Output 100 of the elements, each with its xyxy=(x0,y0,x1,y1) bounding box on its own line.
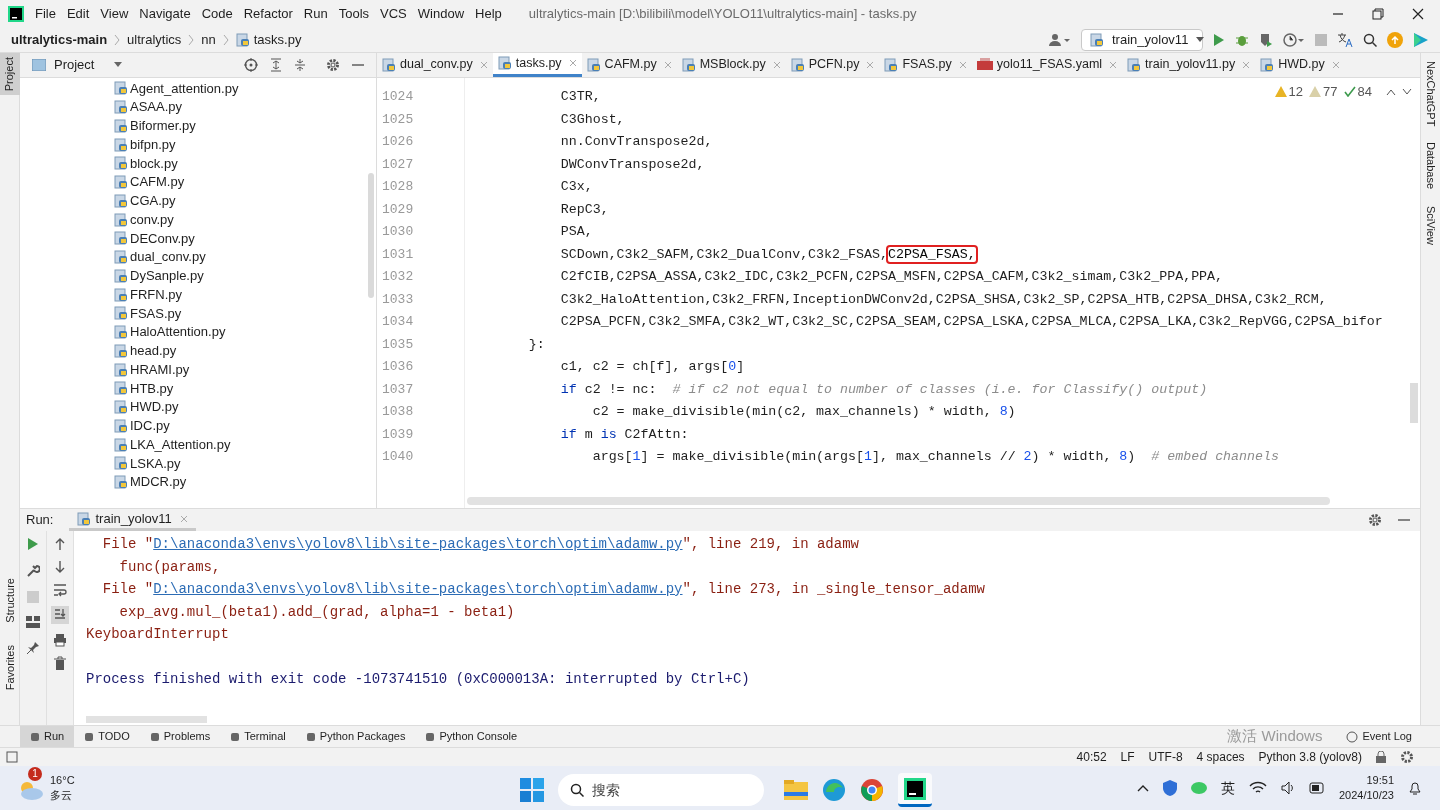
typos-count[interactable]: 84 xyxy=(1343,82,1372,102)
tree-item[interactable]: dual_conv.py xyxy=(130,247,206,267)
collapse-all-icon xyxy=(294,58,306,72)
pin-icon xyxy=(26,641,40,655)
status-item[interactable]: 40:52 xyxy=(1076,748,1107,766)
menu-item[interactable]: Edit xyxy=(66,3,90,24)
tool-tab[interactable]: Problems xyxy=(139,725,221,748)
tree-item[interactable]: MDCR.py xyxy=(130,472,187,492)
event-log-button[interactable]: Event Log xyxy=(1346,728,1412,745)
line-number: 1035 xyxy=(382,335,415,354)
menu-item[interactable]: Tools xyxy=(338,3,370,24)
panel-icon xyxy=(32,59,46,71)
wifi-icon xyxy=(1248,781,1267,795)
tool-window-button[interactable]: SciView xyxy=(1422,205,1439,245)
status-item[interactable]: Python 3.8 (yolov8) xyxy=(1258,748,1362,766)
menu-item[interactable]: Help xyxy=(475,3,502,24)
line-number: 1036 xyxy=(382,358,415,376)
menu-item[interactable]: View xyxy=(100,3,129,24)
clock-time[interactable]: 19:51 xyxy=(1366,773,1394,788)
tree-item[interactable]: LSKA.py xyxy=(130,453,181,474)
tool-window-button[interactable]: Favorites xyxy=(2,644,19,690)
tool-tab[interactable]: Terminal xyxy=(220,725,296,748)
tree-item[interactable]: DySanple.py xyxy=(130,266,204,286)
scrollbar[interactable] xyxy=(368,173,374,298)
tree-item[interactable]: Biformer.py xyxy=(130,116,196,136)
editor-tab[interactable]: train_yolov11.py xyxy=(1122,53,1256,77)
tree-item[interactable]: FRFN.py xyxy=(130,284,182,305)
project-view-dropdown[interactable]: Project xyxy=(54,55,123,75)
tree-item[interactable]: conv.py xyxy=(130,209,174,230)
breadcrumb-item[interactable]: ultralytics-main xyxy=(11,29,108,50)
line-number: 1025 xyxy=(382,110,415,129)
code-line: C3TR, xyxy=(559,88,601,106)
status-item[interactable]: UTF-8 xyxy=(1148,748,1183,766)
tool-window-button[interactable]: Structure xyxy=(2,578,19,623)
menu-item[interactable]: Run xyxy=(303,3,328,24)
editor-tab[interactable]: MSBlock.py xyxy=(676,53,786,77)
tree-item[interactable]: HWD.py xyxy=(130,397,179,417)
editor-tab[interactable]: dual_conv.py xyxy=(377,53,493,77)
tree-item[interactable]: head.py xyxy=(130,341,177,361)
weak-warnings-count[interactable]: 77 xyxy=(1309,82,1338,102)
tree-item[interactable]: DEConv.py xyxy=(130,228,195,249)
editor-tab[interactable]: tasks.py xyxy=(492,53,582,77)
arrow-up-icon xyxy=(54,537,66,551)
run-icon xyxy=(27,537,39,551)
tool-tab[interactable]: Python Console xyxy=(415,725,528,748)
tree-item[interactable]: CGA.py xyxy=(130,191,176,211)
editor-tab[interactable]: CAFM.py xyxy=(581,53,677,77)
input-method-indicator[interactable]: 英 xyxy=(1220,777,1235,799)
tree-item[interactable]: FSAS.py xyxy=(130,303,182,324)
editor-tab[interactable]: HWD.py xyxy=(1255,53,1345,77)
close-icon xyxy=(958,60,967,69)
file-link[interactable]: D:\anaconda3\envs\yolov8\lib\site-packages\torch\optim\adamw.py xyxy=(153,581,683,597)
horizontal-scrollbar[interactable] xyxy=(467,497,1330,505)
menu-item[interactable]: Code xyxy=(201,3,233,24)
file-link[interactable]: D:\anaconda3\envs\yolov8\lib\site-packages\torch\optim\adamw.py xyxy=(153,536,683,552)
tool-tab[interactable]: Run xyxy=(20,725,75,748)
tool-window-button[interactable]: NexChatGPT xyxy=(1422,61,1439,127)
console-tab[interactable]: train_yolov11 xyxy=(69,509,196,531)
editor-tab[interactable]: yolo11_FSAS.yaml xyxy=(971,53,1123,77)
tool-tab[interactable]: Python Packages xyxy=(295,725,416,748)
project-tool-button[interactable]: Project xyxy=(0,53,20,96)
menu-item[interactable]: File xyxy=(35,3,56,24)
breadcrumb-item[interactable]: nn xyxy=(201,29,216,50)
breadcrumb-item[interactable]: tasks.py xyxy=(253,29,302,50)
search-field[interactable]: 搜索 xyxy=(558,774,764,806)
menu-item[interactable]: Navigate xyxy=(139,3,191,24)
menu-item[interactable]: Refactor xyxy=(243,3,293,24)
editor-tab[interactable]: PCFN.py xyxy=(785,53,880,77)
menu-item[interactable]: Window xyxy=(417,3,465,24)
breadcrumb-item[interactable]: ultralytics xyxy=(127,29,182,50)
tool-tab[interactable]: TODO xyxy=(74,725,140,748)
python-file-icon xyxy=(1260,57,1275,72)
tree-item[interactable]: block.py xyxy=(130,153,178,174)
tree-item[interactable]: IDC.py xyxy=(130,416,170,436)
taskbar-app[interactable] xyxy=(898,773,932,807)
vertical-scrollbar[interactable] xyxy=(1410,383,1418,423)
run-configuration-dropdown[interactable]: train_yolov11 xyxy=(1081,28,1203,51)
menu-item[interactable]: VCS xyxy=(380,3,407,24)
horizontal-scrollbar[interactable] xyxy=(86,716,207,723)
line-number: 1031 xyxy=(382,245,415,264)
tree-item[interactable]: Agent_attention.py xyxy=(130,78,239,99)
python-file-icon xyxy=(497,56,512,70)
tree-item[interactable]: LKA_Attention.py xyxy=(130,434,231,455)
clock-date[interactable]: 2024/10/23 xyxy=(1338,788,1394,803)
check-icon xyxy=(1343,86,1356,98)
tree-item[interactable]: ASAA.py xyxy=(130,97,183,117)
status-item[interactable]: 4 spaces xyxy=(1196,748,1245,766)
tree-item[interactable]: bifpn.py xyxy=(130,134,176,155)
python-file-icon xyxy=(114,475,128,490)
soft-wrap-icon xyxy=(53,583,67,597)
editor-tab[interactable]: FSAS.py xyxy=(879,53,972,77)
tree-item[interactable]: HRAMI.py xyxy=(130,359,190,380)
tool-window-button[interactable]: Database xyxy=(1422,142,1439,190)
warnings-count[interactable]: 12 xyxy=(1274,82,1304,102)
code-line: args[1] = make_divisible(min(args[1], max_channels // 2) * width, 8) # embed channels xyxy=(591,448,1279,466)
tree-item[interactable]: HTB.py xyxy=(130,378,174,399)
weather-cloud-icon xyxy=(18,779,44,801)
status-item[interactable]: LF xyxy=(1120,748,1135,766)
tree-item[interactable]: CAFM.py xyxy=(130,172,185,192)
tree-item[interactable]: HaloAttention.py xyxy=(130,322,226,342)
